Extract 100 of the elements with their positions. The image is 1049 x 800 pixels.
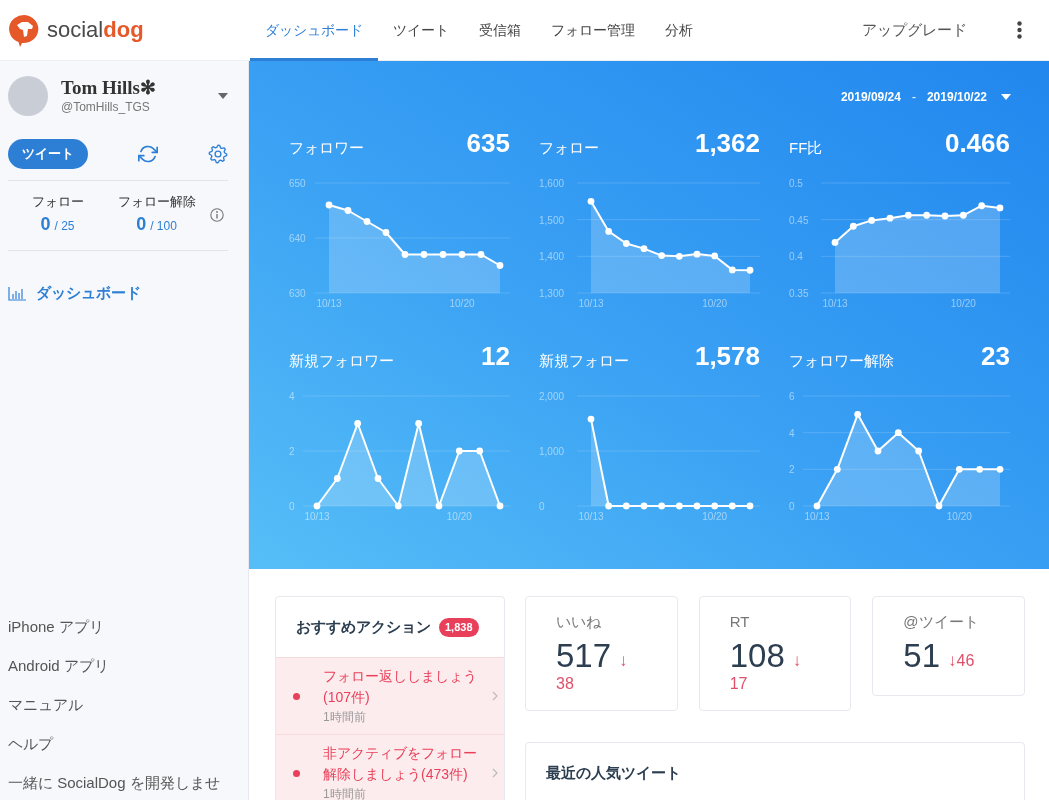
axis-label: 650	[289, 178, 306, 189]
tweet-button[interactable]: ツイート	[8, 139, 88, 169]
card-title: おすすめアクション	[296, 617, 431, 637]
data-point	[455, 447, 463, 455]
data-point	[587, 197, 595, 205]
down-arrow-icon: ↓	[792, 651, 802, 671]
axis-label: 1,300	[539, 288, 565, 299]
stat-change: 38	[556, 675, 574, 692]
nav-tab[interactable]: フォロー管理	[536, 0, 650, 61]
profile-handle: @TomHills_TGS	[61, 99, 150, 115]
metric-value: 1,362	[694, 128, 760, 158]
stat-value: 517	[556, 637, 612, 675]
data-point	[622, 502, 630, 510]
data-point	[675, 252, 683, 260]
data-point	[996, 204, 1004, 212]
refresh-icon[interactable]	[138, 144, 158, 164]
data-point	[374, 475, 382, 482]
limit-label: フォロー	[31, 193, 84, 211]
down-arrow-icon: ↓	[619, 651, 628, 671]
metric-value: 1,578	[694, 341, 760, 371]
data-point	[313, 502, 321, 510]
axis-label: 10/13	[804, 511, 830, 522]
data-point	[363, 218, 371, 225]
data-point	[477, 251, 485, 258]
axis-label: 0.5	[789, 178, 803, 189]
chevron-icon	[492, 768, 498, 778]
avatar	[8, 76, 48, 116]
data-point	[325, 201, 333, 209]
sidebar-link[interactable]: Android アプリ	[8, 657, 109, 674]
data-point	[435, 502, 443, 510]
axis-label: 10/13	[822, 298, 848, 309]
data-point	[955, 465, 963, 473]
data-point	[458, 251, 466, 258]
data-point	[605, 228, 613, 235]
data-point	[849, 222, 857, 230]
data-point	[894, 429, 902, 437]
metric-title: FF比	[789, 138, 823, 158]
axis-label: 10/13	[578, 511, 604, 522]
data-point	[874, 447, 882, 455]
stat-label: いいね	[556, 613, 601, 630]
axis-label: 1,600	[539, 178, 565, 189]
status-dot-icon	[293, 692, 300, 700]
axis-label: 0	[789, 501, 795, 512]
data-point	[868, 217, 876, 224]
sidebar-menu-item[interactable]: ダッシュボード	[8, 284, 228, 302]
settings-icon[interactable]	[208, 144, 228, 164]
action-time: 1時間前	[323, 786, 366, 800]
metric-value: 0.466	[944, 128, 1010, 158]
axis-label: 2	[789, 464, 795, 476]
data-point	[728, 266, 736, 274]
action-item[interactable]: フォロー返ししましょう(107件) 1時間前	[276, 657, 504, 734]
data-point	[496, 502, 504, 510]
info-icon[interactable]	[210, 208, 224, 222]
stat-change: 17	[729, 675, 748, 692]
data-point	[344, 207, 352, 214]
axis-label: 0	[539, 501, 545, 512]
data-point	[854, 410, 862, 418]
sidebar-link[interactable]: ヘルプ	[8, 735, 53, 752]
stat-change: 46	[956, 652, 975, 670]
metric-title: フォロワー	[289, 138, 364, 158]
axis-label: 10/20	[702, 511, 728, 522]
sidebar-link[interactable]: 一緒に SocialDog を開発しませ	[8, 774, 220, 791]
data-point	[693, 250, 701, 258]
axis-label: 0.4	[789, 251, 803, 263]
data-point	[915, 447, 923, 455]
status-dot-icon	[293, 769, 300, 777]
caret-icon[interactable]	[1001, 94, 1011, 100]
axis-label: 10/13	[578, 298, 604, 309]
nav-tab[interactable]: ツイート	[378, 0, 464, 61]
data-point	[833, 465, 841, 473]
kebab-menu-icon[interactable]	[1017, 21, 1022, 39]
action-item[interactable]: 非アクティブをフォロー解除しましょう(473件) 1時間前	[276, 734, 504, 800]
data-point	[746, 502, 754, 510]
data-point	[476, 447, 484, 455]
caret-icon[interactable]	[218, 93, 228, 99]
limit-label: フォロー解除	[117, 193, 196, 211]
data-point	[354, 420, 362, 427]
stat-label: @ツイート	[903, 613, 979, 630]
upgrade-link[interactable]: アップグレード	[862, 20, 967, 40]
sidebar-link[interactable]: マニュアル	[8, 696, 83, 713]
metric-value: 635	[466, 128, 510, 158]
data-point	[415, 420, 423, 427]
data-point	[728, 502, 736, 510]
data-point	[923, 211, 931, 219]
axis-label: 10/20	[702, 298, 728, 309]
data-point	[976, 465, 984, 473]
metric-title: フォロー	[539, 138, 599, 158]
nav-tab[interactable]: 分析	[650, 0, 708, 61]
date-separator: -	[911, 90, 916, 104]
data-point	[746, 266, 754, 274]
data-point	[831, 239, 839, 246]
data-point	[333, 475, 341, 482]
data-point	[996, 465, 1004, 473]
nav-tab[interactable]: 受信箱	[464, 0, 536, 61]
axis-label: 10/20	[950, 298, 976, 309]
axis-label: 10/20	[446, 511, 472, 522]
data-point	[959, 211, 967, 219]
logo-text: socialdog	[47, 17, 144, 43]
axis-label: 0.45	[789, 214, 809, 226]
sidebar-link[interactable]: iPhone アプリ	[8, 618, 104, 635]
